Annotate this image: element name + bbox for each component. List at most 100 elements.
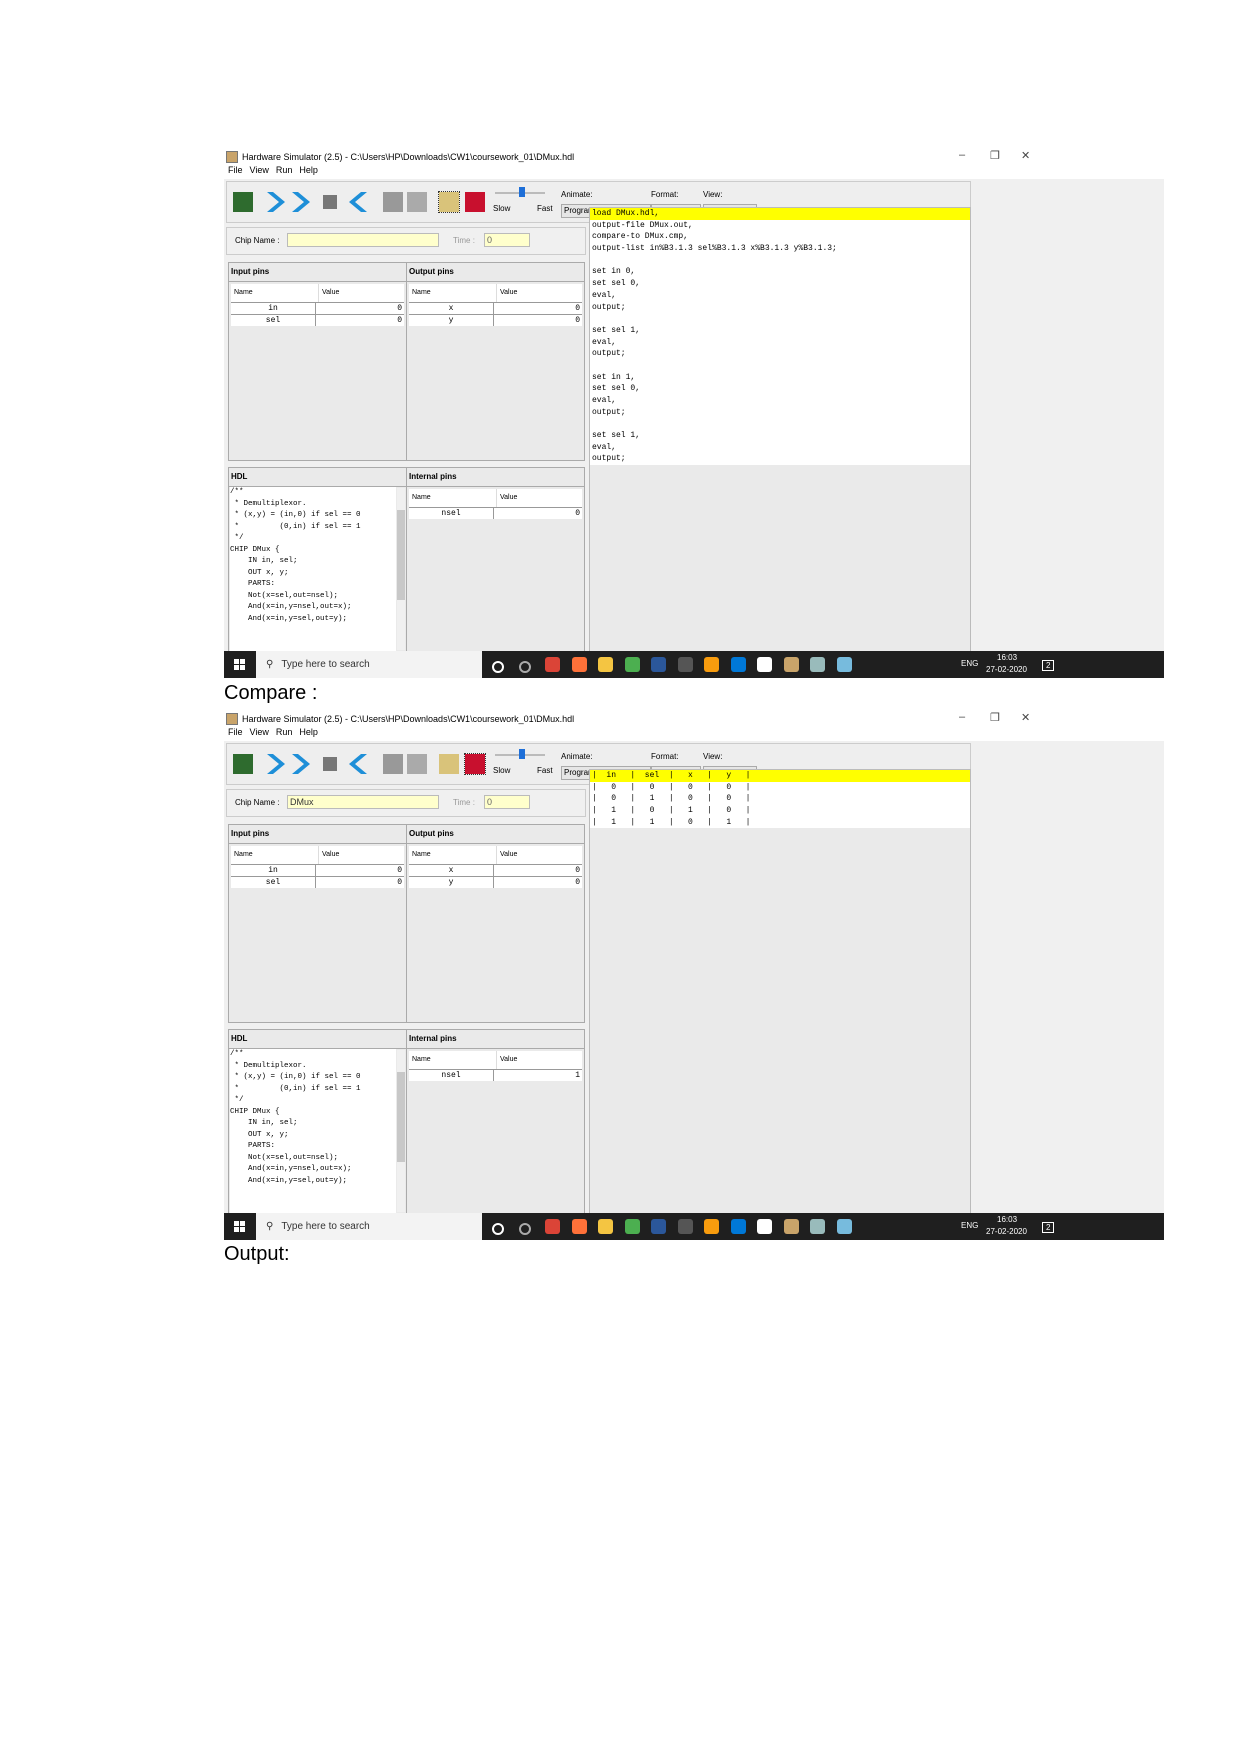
pin-value[interactable]: 0 [494, 865, 582, 876]
pin-value[interactable]: 0 [494, 877, 582, 888]
pin-value[interactable]: 0 [316, 315, 404, 326]
minimize-button[interactable]: – [959, 711, 965, 723]
photos-icon[interactable] [757, 657, 772, 672]
file-explorer-icon[interactable] [598, 657, 613, 672]
load-chip-icon[interactable] [233, 754, 253, 774]
firefox-icon[interactable] [571, 657, 587, 672]
edge-icon[interactable] [730, 657, 746, 672]
utorrent-icon[interactable] [624, 1219, 640, 1234]
word-icon[interactable] [651, 1219, 666, 1234]
single-step-icon[interactable] [267, 192, 285, 212]
hdl-scroll-thumb[interactable] [397, 510, 405, 600]
paint-icon[interactable] [810, 1219, 825, 1234]
app-icon[interactable] [677, 657, 693, 672]
menu-file[interactable]: File [228, 727, 243, 741]
chrome-icon[interactable] [545, 1219, 560, 1234]
java-icon[interactable] [783, 1219, 799, 1234]
slider-thumb[interactable] [519, 749, 525, 759]
eval-icon[interactable] [383, 754, 403, 774]
menu-run[interactable]: Run [276, 165, 293, 179]
fast-forward-icon[interactable] [292, 754, 310, 774]
menu-help[interactable]: Help [299, 727, 318, 741]
stop-icon[interactable] [323, 195, 337, 209]
table-row[interactable]: nsel 1 [409, 1069, 582, 1081]
cortana-icon[interactable] [492, 1223, 504, 1235]
table-row[interactable]: sel 0 [231, 876, 404, 888]
table-row[interactable]: y0 [409, 314, 582, 326]
sublime-icon[interactable] [704, 657, 719, 672]
rewind-icon[interactable] [347, 754, 367, 774]
firefox-icon[interactable] [571, 1219, 587, 1234]
menu-view[interactable]: View [250, 165, 269, 179]
taskbar-search[interactable]: ⚲ Type here to search [256, 651, 482, 678]
speed-slider[interactable] [495, 187, 545, 197]
taskbar-search[interactable]: ⚲ Type here to search [256, 1213, 482, 1240]
notification-badge[interactable]: 2 [1042, 660, 1055, 671]
restore-button[interactable]: ❐ [990, 149, 1000, 162]
notification-badge[interactable]: 2 [1042, 1222, 1055, 1233]
file-explorer-icon[interactable] [598, 1219, 613, 1234]
hdl-code[interactable]: /** * Demultiplexor. * (x,y) = (in,0) if… [230, 1049, 396, 1213]
load-chip-icon[interactable] [233, 192, 253, 212]
lang-indicator[interactable]: ENG [961, 1221, 978, 1230]
hdl-scroll-thumb[interactable] [397, 1072, 405, 1162]
pin-value[interactable]: 1 [494, 1070, 582, 1081]
menu-run[interactable]: Run [276, 727, 293, 741]
paint-icon[interactable] [810, 657, 825, 672]
table-row[interactable]: in 0 [231, 864, 404, 876]
chip-name-field[interactable] [287, 233, 439, 247]
photos-icon[interactable] [757, 1219, 772, 1234]
pin-value[interactable]: 0 [494, 303, 582, 314]
table-row[interactable]: x0 [409, 864, 582, 876]
task-view-icon[interactable] [518, 661, 531, 673]
menu-view[interactable]: View [250, 727, 269, 741]
notepad-icon[interactable] [836, 657, 852, 672]
word-icon[interactable] [651, 657, 666, 672]
speed-slider[interactable] [495, 749, 545, 759]
restore-button[interactable]: ❐ [990, 711, 1000, 724]
single-step-icon[interactable] [267, 754, 285, 774]
clock-time[interactable]: 16:03 [997, 653, 1017, 662]
rewind-icon[interactable] [347, 192, 367, 212]
fast-forward-icon[interactable] [292, 192, 310, 212]
clock-icon[interactable] [407, 754, 427, 774]
pin-value[interactable]: 0 [494, 315, 582, 326]
pin-value[interactable]: 0 [316, 303, 404, 314]
clock-date[interactable]: 27-02-2020 [986, 1227, 1027, 1236]
cortana-icon[interactable] [492, 661, 504, 673]
chrome-icon[interactable] [545, 657, 560, 672]
utorrent-icon[interactable] [624, 657, 640, 672]
clock-date[interactable]: 27-02-2020 [986, 665, 1027, 674]
breakpoint-icon[interactable] [465, 192, 485, 212]
table-row[interactable]: in 0 [231, 302, 404, 314]
chip-name-field[interactable]: DMux [287, 795, 439, 809]
pin-value[interactable]: 0 [316, 877, 404, 888]
lang-indicator[interactable]: ENG [961, 659, 978, 668]
app-icon[interactable] [677, 1219, 693, 1234]
hdl-code[interactable]: /** * Demultiplexor. * (x,y) = (in,0) if… [230, 487, 396, 651]
minimize-button[interactable]: – [959, 149, 965, 161]
slider-thumb[interactable] [519, 187, 525, 197]
clock-icon[interactable] [407, 192, 427, 212]
table-row[interactable]: nsel 0 [409, 507, 582, 519]
eval-icon[interactable] [383, 192, 403, 212]
java-icon[interactable] [783, 657, 799, 672]
close-button[interactable]: ✕ [1021, 149, 1030, 162]
start-button[interactable] [234, 659, 245, 670]
clock-time[interactable]: 16:03 [997, 1215, 1017, 1224]
table-row[interactable]: y0 [409, 876, 582, 888]
table-row[interactable]: sel 0 [231, 314, 404, 326]
breakpoint-icon[interactable] [464, 753, 486, 775]
close-button[interactable]: ✕ [1021, 711, 1030, 724]
script-panel[interactable]: load DMux.hdl, output-file DMux.out, compa… [589, 207, 971, 653]
pin-value[interactable]: 0 [494, 508, 582, 519]
pin-value[interactable]: 0 [316, 865, 404, 876]
table-row[interactable]: x0 [409, 302, 582, 314]
sublime-icon[interactable] [704, 1219, 719, 1234]
menu-file[interactable]: File [228, 165, 243, 179]
menu-help[interactable]: Help [299, 165, 318, 179]
script-icon[interactable] [438, 191, 460, 213]
edge-icon[interactable] [730, 1219, 746, 1234]
task-view-icon[interactable] [518, 1223, 531, 1235]
stop-icon[interactable] [323, 757, 337, 771]
